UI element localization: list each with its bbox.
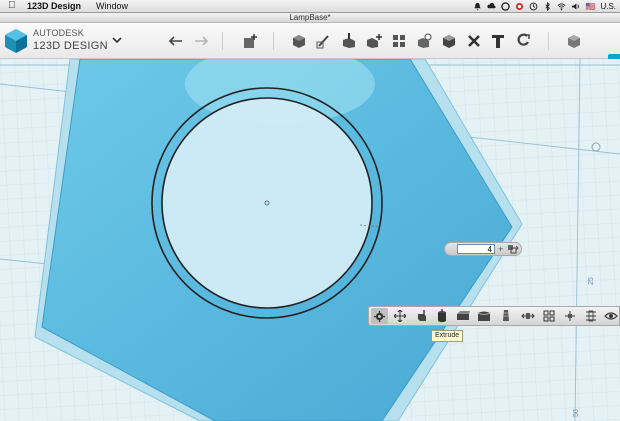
- construct-icon[interactable]: [340, 32, 358, 50]
- creative-cloud-icon[interactable]: [501, 2, 511, 11]
- viewport-canvas[interactable]: 25 50: [0, 59, 620, 421]
- offset-icon[interactable]: [519, 308, 536, 324]
- undo-icon[interactable]: [167, 32, 185, 50]
- wifi-icon[interactable]: [557, 2, 566, 11]
- combine-icon[interactable]: [440, 32, 458, 50]
- toolbar-separator: [222, 32, 223, 50]
- revolve-icon[interactable]: [475, 308, 492, 324]
- settings-icon[interactable]: [371, 308, 388, 324]
- split-icon[interactable]: [540, 308, 557, 324]
- ruler-label-25: 25: [588, 277, 595, 285]
- cloud-icon[interactable]: [487, 2, 497, 11]
- app-menu[interactable]: 123D Design: [27, 0, 81, 12]
- context-toolbar: [368, 306, 620, 326]
- app-logo-icon[interactable]: [4, 28, 28, 54]
- pattern-icon[interactable]: [390, 32, 408, 50]
- time-machine-icon[interactable]: [529, 2, 538, 11]
- dimension-options-icon[interactable]: [507, 244, 519, 254]
- keyboard-layout-label[interactable]: U.S.: [600, 1, 616, 12]
- notification-bell-icon[interactable]: [473, 2, 482, 11]
- scene-drawing: [0, 59, 620, 421]
- primitives-icon[interactable]: [290, 32, 308, 50]
- chevron-down-icon[interactable]: [112, 36, 122, 44]
- toolbar-separator: [548, 32, 549, 50]
- material-icon[interactable]: [565, 32, 583, 50]
- move-icon[interactable]: [391, 308, 408, 324]
- apple-icon[interactable]: : [8, 0, 16, 12]
- text-icon[interactable]: [489, 32, 507, 50]
- toolbar-separator: [273, 32, 274, 50]
- extrude-tooltip: Extrude: [431, 330, 464, 342]
- mac-menubar:  123D Design Window 🇺🇸 U.S.: [0, 0, 620, 13]
- window-title: LampBase*: [289, 13, 331, 22]
- extrude-icon[interactable]: [433, 308, 450, 324]
- press-pull-icon[interactable]: [413, 308, 430, 324]
- snap-icon[interactable]: [514, 32, 532, 50]
- loft-icon[interactable]: [497, 308, 514, 324]
- app-toolbar: AUTODESK 123D DESIGN: [0, 23, 620, 74]
- bluetooth-icon[interactable]: [543, 2, 552, 11]
- keyboard-flag-icon[interactable]: 🇺🇸: [585, 1, 595, 12]
- visibility-icon[interactable]: [602, 308, 619, 324]
- dimension-widget: +: [444, 242, 522, 256]
- sweep-icon[interactable]: [454, 308, 471, 324]
- window-menu[interactable]: Window: [96, 0, 128, 12]
- dimension-add-icon[interactable]: +: [498, 243, 503, 255]
- new-import-icon[interactable]: [241, 32, 259, 50]
- brand-label: AUTODESK: [33, 28, 84, 38]
- menubar-status-area: 🇺🇸 U.S.: [473, 1, 616, 12]
- circle-face[interactable]: [162, 98, 372, 308]
- modify-icon[interactable]: [365, 32, 383, 50]
- grouping-icon[interactable]: [415, 32, 433, 50]
- dimension-input[interactable]: [457, 244, 495, 254]
- volume-icon[interactable]: [571, 2, 580, 11]
- ruler-label-50: 50: [573, 409, 580, 417]
- redo-icon[interactable]: [192, 32, 210, 50]
- align-icon[interactable]: [582, 308, 599, 324]
- sketch-icon[interactable]: [315, 32, 333, 50]
- product-label: 123D DESIGN: [33, 40, 108, 52]
- pattern-icon[interactable]: [561, 308, 578, 324]
- window-titlebar: LampBase*: [0, 13, 620, 23]
- headset-icon[interactable]: [515, 2, 524, 11]
- delete-icon[interactable]: [465, 32, 483, 50]
